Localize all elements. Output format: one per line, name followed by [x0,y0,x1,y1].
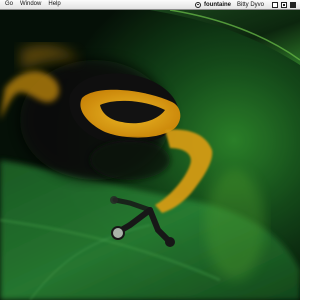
battery-icon[interactable] [290,1,296,8]
wallpaper-image [0,10,300,300]
menu-bar-status: fountaine Bitty Dyvo [194,0,296,9]
menu-go[interactable]: Go [5,0,13,9]
menu-bar: Go Window Help fountaine Bitty Dyvo [0,0,300,10]
desktop-wallpaper [0,10,300,300]
user-name[interactable]: Bitty Dyvo [237,2,264,8]
display-icon[interactable] [272,1,278,8]
menu-window[interactable]: Window [20,0,41,9]
menu-bar-left: Go Window Help [0,0,68,9]
volume-icon[interactable] [281,1,287,8]
desktop-screen: Go Window Help fountaine Bitty Dyvo [0,0,300,300]
wifi-icon[interactable] [194,1,201,8]
wallpaper-vignette [0,10,300,300]
network-name[interactable]: fountaine [204,2,231,8]
menu-help[interactable]: Help [48,0,60,9]
